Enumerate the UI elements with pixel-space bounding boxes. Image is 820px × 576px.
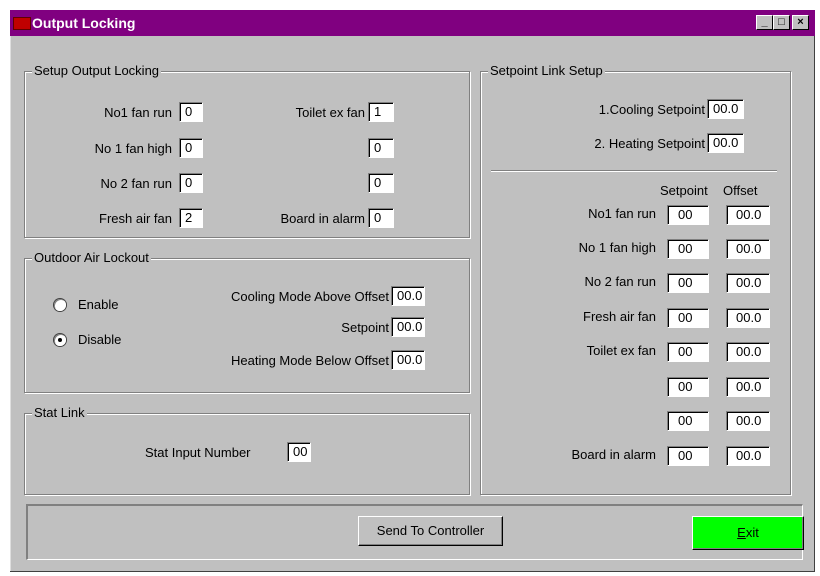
send-to-controller-button[interactable]: Send To Controller xyxy=(358,516,503,546)
group-legend: Setup Output Locking xyxy=(32,63,162,78)
row-offset-field[interactable]: 00.0 xyxy=(726,342,770,362)
output-locking-window: Output Locking _ □ × Setup Output Lockin… xyxy=(10,10,815,572)
lock-no1-fan-high-field[interactable]: 0 xyxy=(179,138,203,158)
label-toilet-ex-fan: Toilet ex fan xyxy=(295,105,365,120)
row-label: No 1 fan high xyxy=(578,240,656,255)
setpoint-link-setup-group: Setpoint Link Setup 1.Cooling Setpoint 0… xyxy=(480,63,791,495)
heating-mode-offset-field[interactable]: 00.0 xyxy=(391,350,425,370)
cooling-setpoint-field[interactable]: 00.0 xyxy=(707,99,744,119)
stat-input-number-label: Stat Input Number xyxy=(145,445,251,460)
row-setpoint-field[interactable]: 00 xyxy=(667,411,709,431)
group-legend: Outdoor Air Lockout xyxy=(32,250,151,265)
label-fresh-air-fan: Fresh air fan xyxy=(99,211,172,226)
label-no1-fan-high: No 1 fan high xyxy=(94,141,172,156)
exit-label: xit xyxy=(745,525,759,540)
title-bar[interactable]: Output Locking _ □ × xyxy=(10,10,815,36)
maximize-button[interactable]: □ xyxy=(773,15,790,30)
lock-output-6-field[interactable]: 0 xyxy=(368,138,394,158)
stat-input-number-field[interactable]: 00 xyxy=(287,442,311,462)
cooling-mode-offset-field[interactable]: 00.0 xyxy=(391,286,425,306)
row-label: No1 fan run xyxy=(588,206,656,221)
exit-button[interactable]: Exit xyxy=(692,516,804,550)
row-offset-field[interactable]: 00.0 xyxy=(726,205,770,225)
heating-setpoint-label: 2. Heating Setpoint xyxy=(594,136,705,151)
disable-radio[interactable] xyxy=(54,334,66,346)
cooling-mode-label: Cooling Mode Above Offset xyxy=(230,289,389,304)
row-offset-field[interactable]: 00.0 xyxy=(726,273,770,293)
outdoor-air-lockout-group: Outdoor Air Lockout Enable Disable Cooli… xyxy=(24,250,470,393)
row-label: Board in alarm xyxy=(571,447,656,462)
exit-mnemonic: E xyxy=(737,525,746,540)
divider xyxy=(491,170,777,171)
row-label: Toilet ex fan xyxy=(586,343,656,358)
offset-column-header: Offset xyxy=(723,183,758,198)
row-offset-field[interactable]: 00.0 xyxy=(726,411,770,431)
setpoint-field[interactable]: 00.0 xyxy=(391,317,425,337)
row-setpoint-field[interactable]: 00 xyxy=(667,377,709,397)
row-offset-field[interactable]: 00.0 xyxy=(726,239,770,259)
row-setpoint-field[interactable]: 00 xyxy=(667,446,709,466)
close-button[interactable]: × xyxy=(792,15,809,30)
enable-radio[interactable] xyxy=(54,299,66,311)
row-label: Fresh air fan xyxy=(583,309,656,324)
label-board-in-alarm: Board in alarm xyxy=(280,211,365,226)
row-offset-field[interactable]: 00.0 xyxy=(726,446,770,466)
lock-no1-fan-run-field[interactable]: 0 xyxy=(179,102,203,122)
lock-toilet-ex-fan-field[interactable]: 1 xyxy=(368,102,394,122)
button-panel: Send To Controller Exit xyxy=(26,504,804,560)
heating-mode-label: Heating Mode Below Offset xyxy=(230,353,389,368)
lock-board-in-alarm-field[interactable]: 0 xyxy=(368,208,394,228)
stat-link-group: Stat Link Stat Input Number 00 xyxy=(24,405,470,495)
row-offset-field[interactable]: 00.0 xyxy=(726,377,770,397)
cooling-setpoint-label: 1.Cooling Setpoint xyxy=(598,102,705,117)
group-legend: Setpoint Link Setup xyxy=(488,63,605,78)
disable-label: Disable xyxy=(78,332,122,347)
heating-setpoint-field[interactable]: 00.0 xyxy=(707,133,744,153)
lock-output-7-field[interactable]: 0 xyxy=(368,173,394,193)
row-setpoint-field[interactable]: 00 xyxy=(667,205,709,225)
group-legend: Stat Link xyxy=(32,405,87,420)
enable-label: Enable xyxy=(78,297,119,312)
row-setpoint-field[interactable]: 00 xyxy=(667,342,709,362)
row-label: No 2 fan run xyxy=(584,274,656,289)
row-setpoint-field[interactable]: 00 xyxy=(667,239,709,259)
label-no1-fan-run: No1 fan run xyxy=(104,105,172,120)
lock-no2-fan-run-field[interactable]: 0 xyxy=(179,173,203,193)
row-setpoint-field[interactable]: 00 xyxy=(667,273,709,293)
setpoint-label: Setpoint xyxy=(341,320,389,335)
setup-output-locking-group: Setup Output Locking No1 fan run 0 No 1 … xyxy=(24,63,470,238)
app-icon xyxy=(13,17,31,30)
window-title: Output Locking xyxy=(32,15,136,31)
setpoint-column-header: Setpoint xyxy=(660,183,708,198)
row-offset-field[interactable]: 00.0 xyxy=(726,308,770,328)
row-setpoint-field[interactable]: 00 xyxy=(667,308,709,328)
minimize-button[interactable]: _ xyxy=(756,15,773,30)
label-no2-fan-run: No 2 fan run xyxy=(100,176,172,191)
lock-fresh-air-fan-field[interactable]: 2 xyxy=(179,208,203,228)
